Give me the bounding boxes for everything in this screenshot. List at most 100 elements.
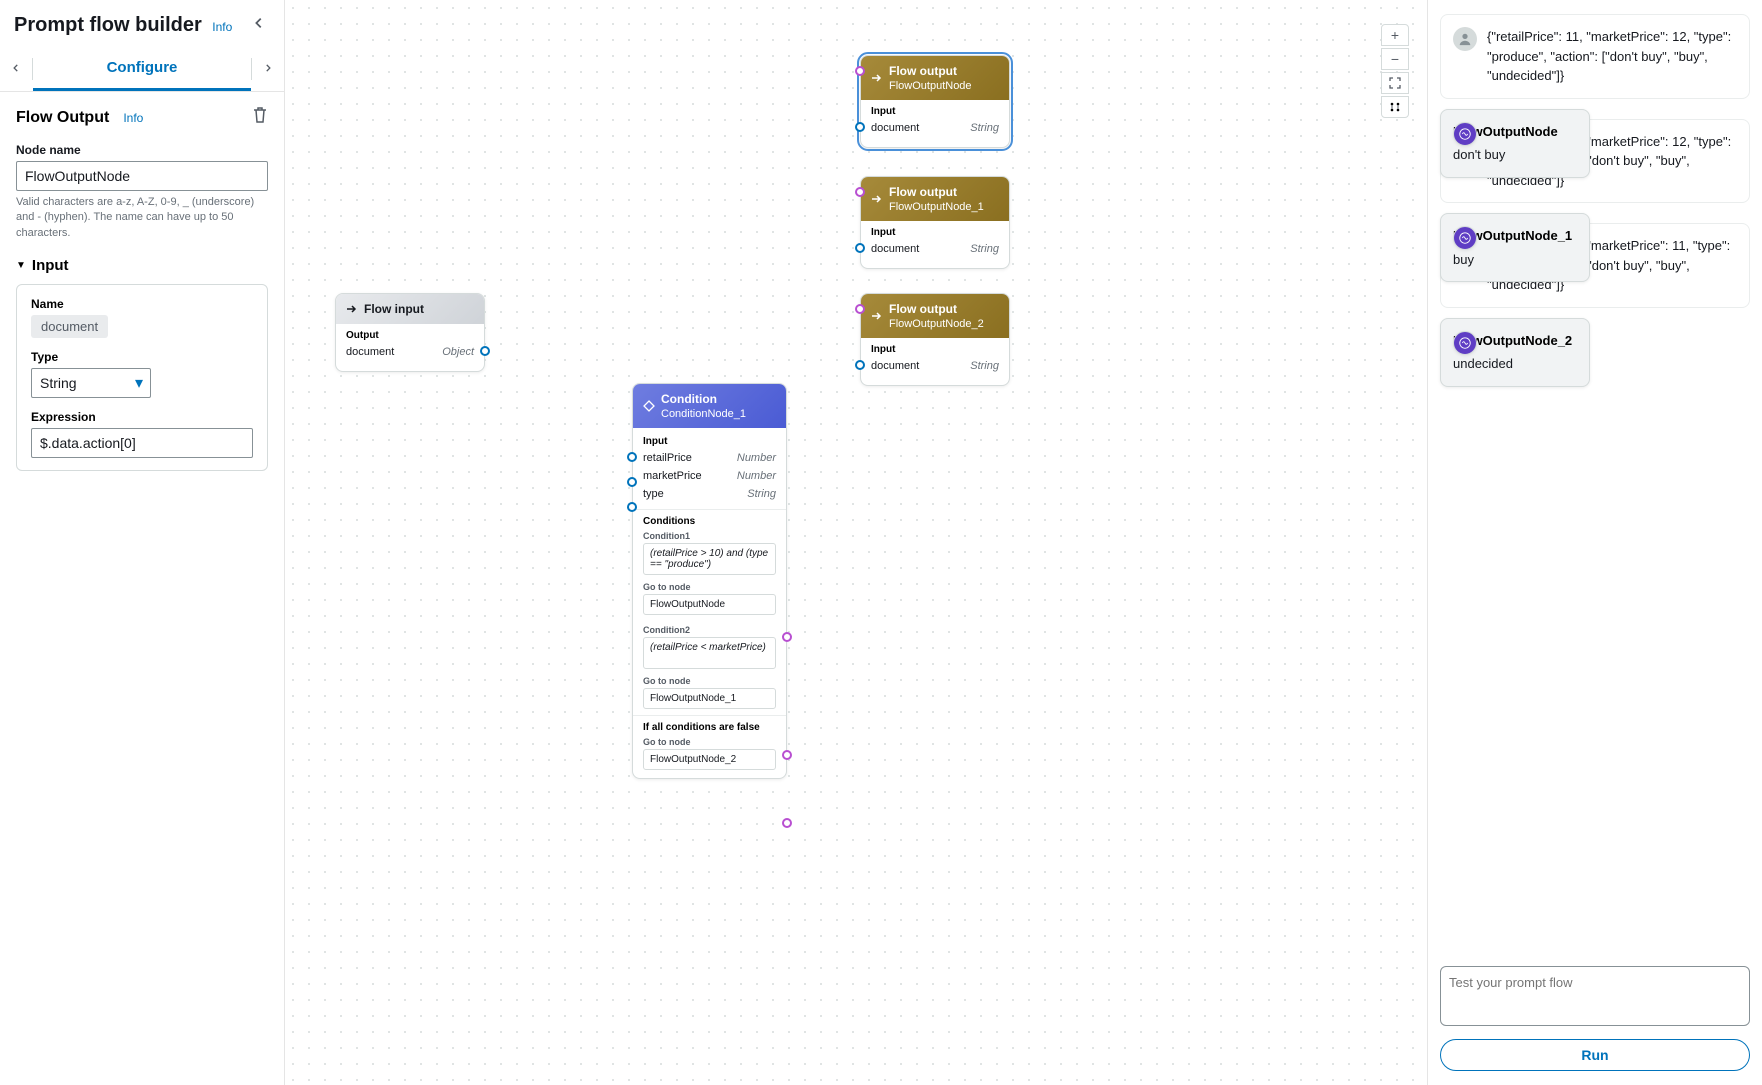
goto1-input[interactable]	[643, 594, 776, 615]
panel-info-link[interactable]: Info	[123, 111, 143, 125]
port-name: document	[346, 346, 394, 358]
flow-output-icon	[871, 310, 883, 322]
goto3-input[interactable]	[643, 749, 776, 770]
node-head-sub: ConditionNode_1	[661, 408, 746, 420]
edge-layer	[285, 0, 585, 150]
port-type: String	[970, 360, 999, 372]
port-type: Number	[737, 470, 776, 482]
node-name-input[interactable]	[16, 161, 268, 191]
node-head-sub: FlowOutputNode	[889, 80, 972, 92]
condition1-label: Condition1	[643, 531, 776, 541]
fit-view-button[interactable]	[1381, 72, 1409, 94]
zoom-in-button[interactable]: +	[1381, 24, 1409, 46]
port-name: document	[871, 360, 919, 372]
goto-label: Go to node	[643, 582, 776, 592]
condition2-label: Condition2	[643, 625, 776, 635]
node-head-title: Flow output	[889, 185, 984, 199]
port-type: Number	[737, 452, 776, 464]
run-button[interactable]: Run	[1440, 1039, 1750, 1071]
cond-out-port[interactable]	[782, 818, 792, 828]
node-head-title: Flow output	[889, 64, 972, 78]
node-condition[interactable]: Condition ConditionNode_1 Input retailPr…	[632, 383, 787, 779]
expression-input[interactable]	[31, 428, 253, 458]
node-head-sub: FlowOutputNode_1	[889, 201, 984, 213]
input-port[interactable]	[855, 243, 865, 253]
cond-port[interactable]	[855, 304, 865, 314]
delete-node-button[interactable]	[252, 106, 268, 129]
output-port[interactable]	[480, 346, 490, 356]
input-section-toggle[interactable]: ▼ Input	[16, 257, 268, 274]
node-message: FlowOutputNode_1buy	[1440, 213, 1590, 282]
goto2-input[interactable]	[643, 688, 776, 709]
message-text: buy	[1453, 250, 1577, 270]
input-port[interactable]	[855, 122, 865, 132]
sub-type-label: Type	[31, 350, 253, 364]
input-subbox: Name document Type String ▾ Expression	[16, 284, 268, 471]
flow-canvas[interactable]: + − Flow input Output	[285, 0, 1427, 1085]
test-panel: {"retailPrice": 11, "marketPrice": 12, "…	[1427, 0, 1762, 1085]
cond-out-port[interactable]	[782, 632, 792, 642]
node-name-help: Valid characters are a-z, A-Z, 0-9, _ (u…	[16, 195, 268, 241]
sub-expr-label: Expression	[31, 410, 253, 424]
port-name: marketPrice	[643, 470, 702, 482]
node-name-label: Node name	[16, 143, 268, 157]
node-head-title: Flow output	[889, 302, 984, 316]
flow-input-icon	[346, 303, 358, 315]
input-type-select[interactable]: String	[31, 368, 151, 398]
port-type: String	[747, 488, 776, 500]
node-avatar-icon	[1453, 331, 1477, 355]
node-avatar-icon	[1453, 226, 1477, 250]
user-avatar-icon	[1453, 27, 1477, 51]
app-info-link[interactable]: Info	[212, 20, 232, 34]
node-body-label: Input	[871, 344, 999, 355]
node-head-sub: FlowOutputNode_2	[889, 318, 984, 330]
zoom-out-button[interactable]: −	[1381, 48, 1409, 70]
input-port[interactable]	[627, 502, 637, 512]
test-prompt-input[interactable]	[1440, 966, 1750, 1026]
condition2-expr[interactable]: (retailPrice < marketPrice)	[643, 637, 776, 669]
configure-panel: Flow Output Info Node name Valid charact…	[0, 92, 284, 485]
cond-port[interactable]	[855, 66, 865, 76]
port-type: String	[970, 243, 999, 255]
port-name: document	[871, 243, 919, 255]
message-text: undecided	[1453, 354, 1577, 374]
condition1-expr[interactable]: (retailPrice > 10) and (type == "produce…	[643, 543, 776, 575]
input-port[interactable]	[627, 477, 637, 487]
node-flow-output-0[interactable]: Flow output FlowOutputNode Input documen…	[860, 55, 1010, 148]
goto-label: Go to node	[643, 676, 776, 686]
node-body-label: Output	[346, 330, 474, 341]
input-name-pill: document	[31, 315, 108, 338]
message-text: don't buy	[1453, 145, 1577, 165]
node-head-title: Condition	[661, 392, 746, 406]
input-port[interactable]	[627, 452, 637, 462]
goto-label: Go to node	[643, 737, 776, 747]
message-text: {"retailPrice": 11, "marketPrice": 12, "…	[1487, 27, 1737, 86]
canvas-settings-button[interactable]	[1381, 96, 1409, 118]
node-flow-input[interactable]: Flow input Output document Object	[335, 293, 485, 372]
message-list: {"retailPrice": 11, "marketPrice": 12, "…	[1440, 14, 1750, 328]
collapse-sidebar-button[interactable]	[248, 12, 270, 39]
port-type: Object	[442, 346, 474, 358]
app-title: Prompt flow builder	[14, 14, 202, 36]
panel-title: Flow Output	[16, 109, 109, 127]
node-avatar-icon	[1453, 122, 1477, 146]
tab-configure[interactable]: Configure	[33, 47, 251, 91]
cond-port[interactable]	[855, 187, 865, 197]
flow-output-icon	[871, 193, 883, 205]
conditions-title: Conditions	[643, 516, 776, 527]
tab-next-button[interactable]	[252, 50, 284, 88]
sidebar-tabs: Configure	[0, 47, 284, 92]
node-body-label: Input	[871, 106, 999, 117]
tab-prev-button[interactable]	[0, 50, 32, 88]
input-port[interactable]	[855, 360, 865, 370]
sidebar: Prompt flow builder Info Configure Flow …	[0, 0, 285, 1085]
sub-name-label: Name	[31, 297, 253, 311]
test-input-area: Run	[1440, 966, 1750, 1071]
node-flow-output-1[interactable]: Flow output FlowOutputNode_1 Input docum…	[860, 176, 1010, 269]
user-message: {"retailPrice": 11, "marketPrice": 12, "…	[1440, 14, 1750, 99]
node-flow-output-2[interactable]: Flow output FlowOutputNode_2 Input docum…	[860, 293, 1010, 386]
node-message: FlowOutputNode_2undecided	[1440, 318, 1590, 387]
node-head-title: Flow input	[364, 302, 424, 316]
sidebar-header: Prompt flow builder Info	[0, 0, 284, 47]
cond-out-port[interactable]	[782, 750, 792, 760]
